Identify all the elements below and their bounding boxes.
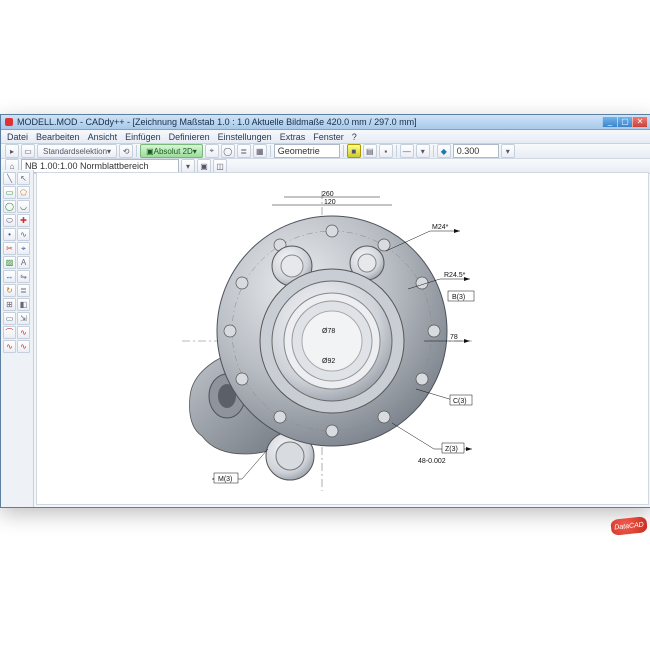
tool-palette: ╲ ↖ ▭ ⬠ ◯ ◡ ⬭ ✚ • ∿ ✂ ⌖ ▨ A ↔ ⇋ ↻ ≣ ⊞ ◧ … [1,170,34,507]
menu-item[interactable]: Fenster [313,132,344,142]
menu-item[interactable]: Datei [7,132,28,142]
tool-button[interactable]: ≣ [237,144,251,158]
mirror-icon[interactable]: ⇋ [17,270,30,283]
draw-arc-icon[interactable]: ◡ [17,200,30,213]
menu-item[interactable]: Extras [280,132,306,142]
window-title: MODELL.MOD - CADdy++ - [Zeichnung Maßsta… [17,117,417,127]
trim-icon[interactable]: ✂ [3,242,16,255]
rotate-icon[interactable]: ↻ [3,284,16,297]
draw-rect-icon[interactable]: ▭ [3,186,16,199]
tool-button[interactable]: ▦ [253,144,267,158]
tool-button[interactable]: ▤ [363,144,377,158]
callout: Z(3) [445,446,458,453]
view-icon[interactable]: ▭ [3,312,16,325]
selection-mode-label: Standardselektion [43,147,107,156]
drawing-canvas[interactable]: M24* R24.5* B(3) 78 C(3) Z(3) 48-0.002 M… [36,172,649,505]
dim-label: 260 [322,191,334,198]
close-button[interactable]: ✕ [632,117,647,127]
menu-item[interactable]: Ansicht [88,132,118,142]
grid-icon[interactable]: ⊞ [3,298,16,311]
menubar: Datei Bearbeiten Ansicht Einfügen Defini… [1,130,650,144]
coord-mode-label: Absolut 2D [154,147,193,156]
curve4-icon[interactable]: ∿ [17,340,30,353]
workspace: ╲ ↖ ▭ ⬠ ◯ ◡ ⬭ ✚ • ∿ ✂ ⌖ ▨ A ↔ ⇋ ↻ ≣ ⊞ ◧ … [1,170,650,507]
tool-button[interactable]: ▭ [21,144,35,158]
dropdown-icon[interactable]: ▾ [416,144,430,158]
hatch-icon[interactable]: ▨ [3,256,16,269]
dim-icon[interactable]: ↔ [3,270,16,283]
minimize-button[interactable]: _ [602,117,617,127]
draw-circle-icon[interactable]: ◯ [3,200,16,213]
layer-icon[interactable]: ≣ [17,284,30,297]
tool-button[interactable]: ◯ [221,144,235,158]
callout: B(3) [452,294,465,301]
linewidth-value: 0.300 [457,146,480,156]
callout: M24* [432,224,449,231]
dim-label: 120 [324,199,336,206]
coord-mode-button[interactable]: ▣ Absolut 2D ▾ [140,144,203,158]
callout: 48-0.002 [418,458,446,465]
menu-item[interactable]: ? [352,132,357,142]
app-window: MODELL.MOD - CADdy++ - [Zeichnung Maßsta… [0,114,650,508]
menu-item[interactable]: Definieren [169,132,210,142]
tool-button[interactable]: ⌖ [205,144,219,158]
text-icon[interactable]: A [17,256,30,269]
menu-item[interactable]: Einfügen [125,132,161,142]
callout: 78 [450,334,458,341]
snap-icon[interactable]: ⌖ [17,242,30,255]
spline-icon[interactable]: ∿ [17,228,30,241]
linewidth-field[interactable]: 0.300 [453,144,499,158]
menu-item[interactable]: Einstellungen [218,132,272,142]
marker-icon[interactable]: ✚ [17,214,30,227]
tool-button[interactable]: ▸ [5,144,19,158]
app-icon [5,118,13,126]
export-icon[interactable]: ⇲ [17,312,30,325]
tool-button[interactable]: ⟲ [119,144,133,158]
tool-button[interactable]: ▪ [379,144,393,158]
dropdown-icon[interactable]: ▾ [501,144,515,158]
layer-icon[interactable]: ◆ [437,144,451,158]
dim-label: Ø78 [322,328,335,335]
element-type-combo[interactable]: Geometrie [274,144,340,158]
select-icon[interactable]: ↖ [17,172,30,185]
point-icon[interactable]: • [3,228,16,241]
curve1-icon[interactable]: ⌒ [3,326,16,339]
watermark-text: DataCAD [614,521,644,531]
toolbar-main: ▸ ▭ Standardselektion ▾ ⟲ ▣ Absolut 2D ▾… [1,144,650,159]
element-type-label: Geometrie [278,146,320,156]
maximize-button[interactable]: ▢ [617,117,632,127]
logo-watermark: DataCAD [610,516,647,536]
block-icon[interactable]: ◧ [17,298,30,311]
callout: M(3) [218,476,232,483]
callout: C(3) [453,398,467,405]
callout: R24.5* [444,272,466,279]
draw-line-icon[interactable]: ╲ [3,172,16,185]
color-button[interactable]: ■ [347,144,361,158]
dim-label: Ø92 [322,358,335,365]
ellipse-icon[interactable]: ⬭ [3,214,16,227]
menu-item[interactable]: Bearbeiten [36,132,80,142]
curve2-icon[interactable]: ∿ [17,326,30,339]
draw-poly-icon[interactable]: ⬠ [17,186,30,199]
selection-mode-combo[interactable]: Standardselektion ▾ [37,144,117,158]
window-controls: _ ▢ ✕ [602,117,647,127]
cad-part-drawing: M24* R24.5* B(3) 78 C(3) Z(3) 48-0.002 M… [172,191,482,491]
curve3-icon[interactable]: ∿ [3,340,16,353]
titlebar[interactable]: MODELL.MOD - CADdy++ - [Zeichnung Maßsta… [1,115,650,130]
tool-button[interactable]: — [400,144,414,158]
